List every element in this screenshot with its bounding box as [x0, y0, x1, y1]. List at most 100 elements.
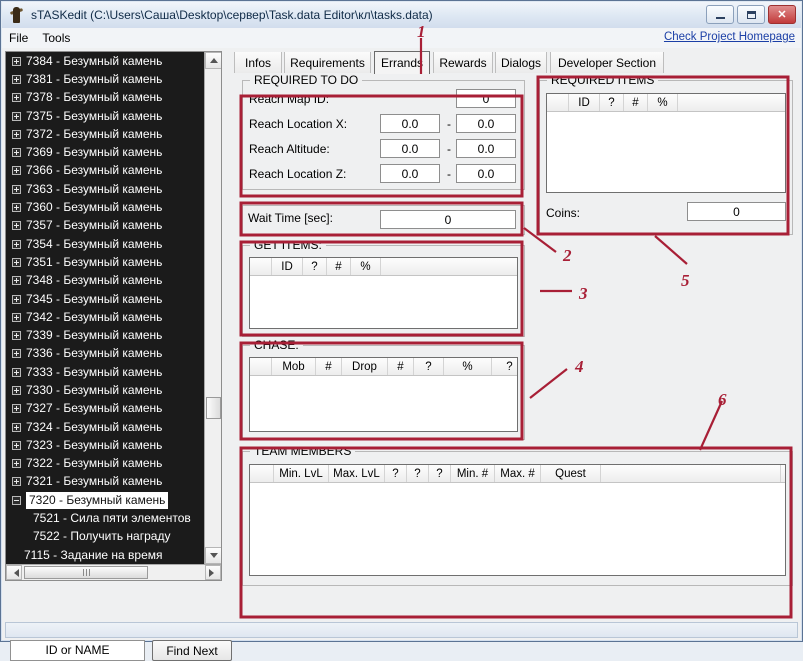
scroll-up-arrow-icon[interactable]: [205, 52, 221, 69]
expand-plus-icon[interactable]: [12, 385, 21, 395]
tree-item[interactable]: 7351 - Безумный камень: [6, 253, 204, 271]
tree-item[interactable]: 7372 - Безумный камень: [6, 125, 204, 143]
tree-item[interactable]: 7363 - Безумный камень: [6, 180, 204, 198]
tab-infos[interactable]: Infos: [234, 52, 282, 73]
column-header[interactable]: [678, 94, 785, 111]
required-to-do-min-input[interactable]: 0.0: [380, 139, 440, 158]
check-project-homepage-link[interactable]: Check Project Homepage: [664, 31, 795, 43]
chase-header[interactable]: Mob # Drop #?%?: [250, 358, 517, 376]
tree-item[interactable]: 7348 - Безумный камень: [6, 272, 204, 290]
column-header[interactable]: #: [624, 94, 648, 111]
tab-rewards[interactable]: Rewards: [433, 52, 493, 73]
find-next-button[interactable]: Find Next: [152, 640, 232, 661]
column-header[interactable]: Min. LvL: [274, 465, 329, 482]
column-header[interactable]: ?: [303, 258, 327, 275]
close-button[interactable]: ✕: [768, 5, 796, 24]
minimize-button[interactable]: [706, 5, 734, 24]
tree-item[interactable]: 7354 - Безумный камень: [6, 235, 204, 253]
expand-plus-icon[interactable]: [12, 56, 21, 66]
column-header[interactable]: ID: [272, 258, 303, 275]
column-header[interactable]: Min. #: [451, 465, 495, 482]
tab-requirements[interactable]: Requirements: [284, 52, 371, 73]
tree-vertical-scrollbar[interactable]: [204, 52, 221, 564]
tree-item[interactable]: 7330 - Безумный камень: [6, 381, 204, 399]
coins-input[interactable]: 0: [687, 202, 786, 221]
expand-plus-icon[interactable]: [12, 312, 21, 322]
get-items-header[interactable]: ID? #%: [250, 258, 517, 276]
maximize-button[interactable]: [737, 5, 765, 24]
tree-item[interactable]: 7384 - Безумный камень: [6, 52, 204, 70]
tree-item[interactable]: 7324 - Безумный камень: [6, 418, 204, 436]
scroll-left-arrow-icon[interactable]: [6, 565, 22, 580]
vertical-scroll-thumb[interactable]: [206, 397, 221, 419]
expand-plus-icon[interactable]: [12, 111, 21, 121]
column-header[interactable]: Max. LvL: [329, 465, 385, 482]
column-header[interactable]: ?: [385, 465, 407, 482]
required-to-do-max-input[interactable]: 0.0: [456, 139, 516, 158]
tree-horizontal-scrollbar[interactable]: [6, 564, 221, 580]
required-to-do-max-input[interactable]: 0: [456, 89, 516, 108]
tab-errands[interactable]: Errands: [374, 51, 430, 74]
expand-plus-icon[interactable]: [12, 239, 21, 249]
expand-plus-icon[interactable]: [12, 367, 21, 377]
expand-plus-icon[interactable]: [12, 331, 21, 341]
expand-plus-icon[interactable]: [12, 459, 21, 469]
expand-plus-icon[interactable]: [12, 404, 21, 414]
task-tree-list[interactable]: 7384 - Безумный камень 7381 - Безумный ка…: [6, 52, 204, 564]
column-header[interactable]: Mob: [272, 358, 316, 375]
team-members-listview[interactable]: Min. LvL Max. LvL??? Min. # Max. # Quest: [249, 464, 786, 576]
tree-item[interactable]: 7378 - Безумный камень: [6, 89, 204, 107]
column-header[interactable]: #: [327, 258, 351, 275]
scroll-down-arrow-icon[interactable]: [205, 547, 221, 564]
task-tree-panel[interactable]: 7384 - Безумный камень 7381 - Безумный ка…: [5, 51, 222, 581]
column-header[interactable]: [250, 465, 274, 482]
tree-item[interactable]: 7366 - Безумный камень: [6, 162, 204, 180]
column-header[interactable]: [381, 258, 517, 275]
tab-dialogs[interactable]: Dialogs: [495, 52, 547, 73]
tree-item[interactable]: 7357 - Безумный камень: [6, 217, 204, 235]
team-members-header[interactable]: Min. LvL Max. LvL??? Min. # Max. # Quest: [250, 465, 785, 483]
column-header[interactable]: %: [648, 94, 678, 111]
column-header[interactable]: #: [388, 358, 414, 375]
column-header[interactable]: ?: [429, 465, 451, 482]
tree-item[interactable]: 7521 - Сила пяти элементов: [6, 509, 204, 527]
tree-item[interactable]: 7321 - Безумный камень: [6, 473, 204, 491]
column-header[interactable]: [250, 258, 272, 275]
expand-plus-icon[interactable]: [12, 257, 21, 267]
tree-item[interactable]: 7323 - Безумный камень: [6, 436, 204, 454]
required-items-listview[interactable]: ID? #%: [546, 93, 786, 193]
expand-plus-icon[interactable]: [12, 93, 21, 103]
expand-plus-icon[interactable]: [12, 203, 21, 213]
tree-item[interactable]: 7369 - Безумный камень: [6, 143, 204, 161]
tab-developer-section[interactable]: Developer Section: [550, 52, 664, 73]
expand-plus-icon[interactable]: [12, 184, 21, 194]
menu-item-tools[interactable]: Tools: [35, 29, 77, 47]
required-items-header[interactable]: ID? #%: [547, 94, 785, 112]
tree-item[interactable]: 7522 - Получить награду: [6, 528, 204, 546]
expand-plus-icon[interactable]: [12, 221, 21, 231]
expand-plus-icon[interactable]: [12, 74, 21, 84]
column-header[interactable]: [250, 358, 272, 375]
expand-plus-icon[interactable]: [12, 166, 21, 176]
expand-plus-icon[interactable]: [12, 422, 21, 432]
required-to-do-min-input[interactable]: 0.0: [380, 164, 440, 183]
tree-item[interactable]: 7322 - Безумный камень: [6, 455, 204, 473]
tree-item[interactable]: 7320 - Безумный камень: [6, 491, 204, 509]
collapse-minus-icon[interactable]: [12, 495, 21, 505]
wait-time-input[interactable]: 0: [380, 210, 516, 229]
expand-plus-icon[interactable]: [12, 477, 21, 487]
expand-plus-icon[interactable]: [12, 276, 21, 286]
column-header[interactable]: %: [351, 258, 381, 275]
column-header[interactable]: Quest: [541, 465, 601, 482]
required-to-do-max-input[interactable]: 0.0: [456, 164, 516, 183]
tree-item[interactable]: 7342 - Безумный камень: [6, 308, 204, 326]
chase-listview[interactable]: Mob # Drop #?%?: [249, 357, 518, 432]
menu-item-file[interactable]: File: [2, 29, 35, 47]
required-to-do-max-input[interactable]: 0.0: [456, 114, 516, 133]
column-header[interactable]: Max. #: [495, 465, 541, 482]
tree-item[interactable]: 7339 - Безумный камень: [6, 326, 204, 344]
get-items-listview[interactable]: ID? #%: [249, 257, 518, 329]
tree-item[interactable]: 7345 - Безумный камень: [6, 290, 204, 308]
expand-plus-icon[interactable]: [12, 440, 21, 450]
search-input[interactable]: ID or NAME: [10, 640, 145, 661]
